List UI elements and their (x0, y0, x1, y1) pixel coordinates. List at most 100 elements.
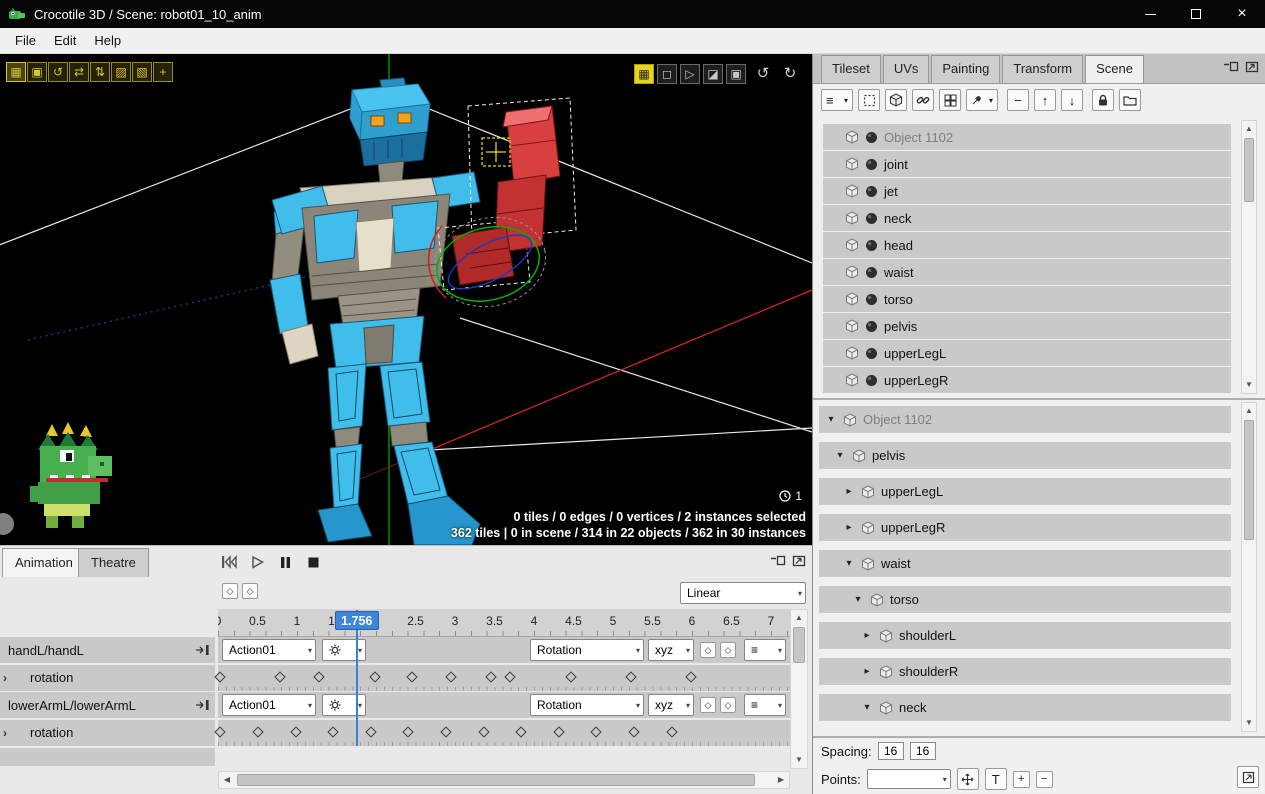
chevron-right-icon[interactable]: › (3, 726, 7, 740)
tab-painting[interactable]: Painting (931, 55, 1000, 83)
object-row[interactable]: upperLegR (823, 367, 1231, 393)
hierarchy-row[interactable]: ▸shoulderL (819, 622, 1231, 649)
visibility-eye-icon[interactable] (865, 374, 878, 387)
minimize-button[interactable] (1127, 0, 1173, 28)
move-down-icon[interactable]: ↓ (1061, 89, 1083, 111)
object-row[interactable]: waist (823, 259, 1231, 285)
collapse-arrow-icon[interactable]: ▾ (852, 594, 864, 605)
visibility-eye-icon[interactable] (865, 347, 878, 360)
object-row[interactable]: jet (823, 178, 1231, 204)
expand-arrow-icon[interactable]: ▸ (861, 630, 873, 641)
collapse-arrow-icon[interactable]: ▾ (861, 702, 873, 713)
collapse-arrow-icon[interactable]: ▾ (834, 450, 846, 461)
expand-arrow-icon[interactable]: ▸ (843, 522, 855, 533)
keyframe-diamond[interactable] (629, 726, 640, 737)
prev-keyframe-button[interactable]: ◇ (700, 697, 716, 713)
hierarchy-row[interactable]: ▸upperLegL (819, 478, 1231, 505)
skip-to-start-icon[interactable] (218, 552, 240, 572)
cube-icon[interactable] (885, 89, 907, 111)
keyframe-lane[interactable] (218, 720, 790, 746)
dock-panel-icon[interactable] (792, 555, 806, 567)
pattern-tile-icon[interactable]: ▨ (111, 62, 131, 82)
hierarchy-scrollbar[interactable]: ▲ ▼ (1241, 402, 1257, 732)
keyframe-diamond[interactable] (478, 726, 489, 737)
stop-icon[interactable] (302, 552, 324, 572)
marquee-select-icon[interactable] (858, 89, 880, 111)
prev-keyframe-button[interactable]: ◇ (700, 642, 716, 658)
object-row[interactable]: head (823, 232, 1231, 258)
tab-theatre[interactable]: Theatre (78, 548, 149, 577)
hierarchy-row[interactable]: ▾torso (819, 586, 1231, 613)
viewport-3d[interactable]: ▦▣↺⇄⇅▨▧+ ▦◻▷◪▣↺↻ 1 0 tiles / 0 edges / 0… (0, 54, 812, 545)
timeline-horizontal-scrollbar[interactable]: ◀ ▶ (218, 771, 790, 789)
fill-icon[interactable]: ▣ (726, 64, 746, 84)
stamp-tile-icon[interactable]: ▣ (27, 62, 47, 82)
collapse-arrow-icon[interactable]: ▾ (843, 558, 855, 569)
property-label[interactable]: ›rotation (0, 720, 215, 746)
object-row[interactable]: upperLegL (823, 340, 1231, 366)
object-row[interactable]: pelvis (823, 313, 1231, 339)
flip-tile-icon[interactable]: ⇅ (90, 62, 110, 82)
collapse-arrow-icon[interactable]: ▾ (825, 414, 837, 425)
hierarchy-row[interactable]: ▾waist (819, 550, 1231, 577)
object-row[interactable]: Object 1102 (823, 124, 1231, 150)
plane-icon[interactable]: ▷ (680, 64, 700, 84)
visibility-eye-icon[interactable] (865, 293, 878, 306)
keyframe-diamond[interactable] (369, 671, 380, 682)
keyframe-diamond[interactable] (327, 726, 338, 737)
keyframe-diamond[interactable] (516, 726, 527, 737)
dock-panel-icon[interactable] (1245, 61, 1259, 73)
keyframe-diamond[interactable] (590, 726, 601, 737)
keyframe-diamond[interactable] (403, 726, 414, 737)
undo-icon[interactable]: ↺ (753, 64, 773, 84)
move-up-icon[interactable]: ↑ (1034, 89, 1056, 111)
visibility-eye-icon[interactable] (865, 320, 878, 333)
tracks-vertical-scrollbar[interactable]: ▲ ▼ (790, 609, 808, 769)
keyframe-diamond[interactable] (274, 671, 285, 682)
chevron-right-icon[interactable]: › (3, 671, 7, 685)
track-link-icon[interactable] (195, 644, 210, 656)
remove-icon[interactable]: − (1007, 89, 1029, 111)
keyframe-diamond[interactable] (505, 671, 516, 682)
keyframe-diamond[interactable] (440, 726, 451, 737)
channel-select[interactable]: Rotation▾ (530, 694, 644, 716)
object-row[interactable]: torso (823, 286, 1231, 312)
link-icon[interactable] (912, 89, 934, 111)
visibility-eye-icon[interactable] (865, 239, 878, 252)
visibility-eye-icon[interactable] (865, 212, 878, 225)
tab-scene[interactable]: Scene (1085, 55, 1144, 83)
timeline-ruler[interactable]: 00.511.522.533.544.555.566.57 (218, 609, 790, 637)
keyframe-diamond[interactable] (215, 671, 226, 682)
move-points-icon[interactable] (957, 768, 979, 790)
float-panel-icon[interactable] (770, 555, 786, 567)
keyframe-options-select[interactable]: ▾ (322, 639, 366, 661)
keyframe-diamond[interactable] (626, 671, 637, 682)
float-panel-icon[interactable] (1223, 61, 1239, 73)
close-button[interactable]: × (1219, 0, 1265, 28)
rotate-tile-icon[interactable]: ↺ (48, 62, 68, 82)
tab-animation[interactable]: Animation (2, 548, 86, 577)
axes-select[interactable]: xyz▾ (648, 694, 694, 716)
expand-arrow-icon[interactable]: ▸ (843, 486, 855, 497)
action-select[interactable]: Action01▾ (222, 694, 316, 716)
keyframe-diamond[interactable] (215, 726, 226, 737)
keyframe-diamond[interactable] (365, 726, 376, 737)
action-select[interactable]: Action01▾ (222, 639, 316, 661)
maximize-button[interactable] (1173, 0, 1219, 28)
keyframe-diamond[interactable] (485, 671, 496, 682)
keyframe-options-select[interactable]: ▾ (322, 694, 366, 716)
tile-grid-icon[interactable] (939, 89, 961, 111)
pause-icon[interactable] (274, 552, 296, 572)
visibility-eye-icon[interactable] (865, 158, 878, 171)
add-point-icon[interactable]: + (1013, 771, 1030, 788)
track-menu-select[interactable]: ≡▾ (744, 694, 786, 716)
keyframe-diamond[interactable] (252, 726, 263, 737)
tab-transform[interactable]: Transform (1002, 55, 1083, 83)
lock-icon[interactable] (1092, 89, 1114, 111)
bounds-icon[interactable]: ◻ (657, 64, 677, 84)
hierarchy-row[interactable]: ▾neck (819, 694, 1231, 721)
property-label[interactable]: ›rotation (0, 665, 215, 691)
tab-tileset[interactable]: Tileset (821, 55, 881, 83)
visibility-eye-icon[interactable] (865, 266, 878, 279)
draw-tile-icon[interactable]: ▦ (6, 62, 26, 82)
